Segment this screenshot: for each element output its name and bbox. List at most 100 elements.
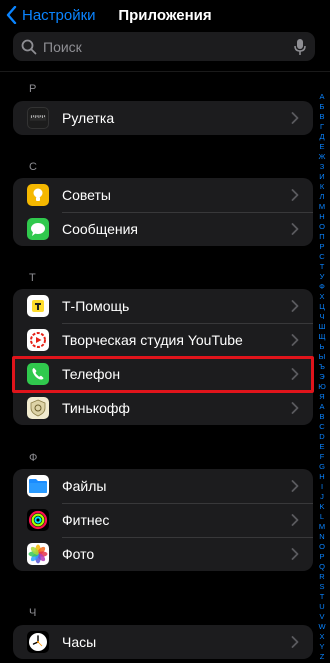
index-letter[interactable]: Л (320, 192, 325, 202)
index-letter[interactable]: Ж (319, 152, 326, 162)
index-letter[interactable]: Т (320, 262, 325, 272)
index-letter[interactable]: A (319, 402, 324, 412)
index-letter[interactable]: U (319, 602, 324, 612)
list-item-ruler[interactable]: Рулетка (13, 101, 313, 135)
index-letter[interactable]: Ч (320, 312, 325, 322)
index-letter[interactable]: Ь (320, 342, 325, 352)
index-letter[interactable]: Ы (319, 352, 326, 362)
index-letter[interactable]: L (320, 512, 324, 522)
index-letter[interactable]: Ш (319, 322, 326, 332)
list-item-photos[interactable]: Фото (13, 537, 313, 571)
index-letter[interactable]: N (319, 532, 324, 542)
index-letter[interactable]: П (319, 232, 324, 242)
index-letter[interactable]: Y (319, 642, 324, 652)
index-letter[interactable]: C (319, 422, 324, 432)
index-letter[interactable]: H (319, 472, 324, 482)
index-letter[interactable]: Н (319, 212, 324, 222)
list-item-label: Творческая студия YouTube (62, 332, 243, 348)
index-letter[interactable]: D (319, 432, 324, 442)
index-letter[interactable]: Р (319, 242, 324, 252)
section-header-ch: Ч (29, 607, 37, 619)
list-item-phone[interactable]: Телефон (13, 357, 313, 391)
list-item-label: Телефон (62, 366, 121, 382)
section-s-group: Советы Сообщения (13, 178, 313, 246)
list-item-tips[interactable]: Советы (13, 178, 313, 212)
search-field[interactable] (13, 32, 315, 61)
index-letter[interactable]: В (319, 112, 324, 122)
index-letter[interactable]: Х (319, 292, 324, 302)
tinkoff-icon (27, 397, 49, 419)
index-letter[interactable]: Д (319, 132, 324, 142)
tips-icon (27, 184, 49, 206)
index-letter[interactable]: B (319, 412, 324, 422)
search-icon (21, 39, 37, 54)
list-item-label: Т-Помощь (62, 298, 130, 314)
index-letter[interactable]: Ф (319, 282, 325, 292)
index-letter[interactable]: Э (319, 372, 324, 382)
index-letter[interactable]: Г (320, 122, 324, 132)
index-letter[interactable]: У (320, 272, 325, 282)
index-letter[interactable]: Q (319, 562, 325, 572)
list-item-label: Фитнес (62, 512, 110, 528)
list-item-label: Тинькофф (62, 400, 130, 416)
index-letter[interactable]: M (319, 522, 325, 532)
navigation-bar: Настройки Приложения (0, 0, 330, 32)
ruler-icon (27, 107, 49, 129)
list-item-youtube-studio[interactable]: Творческая студия YouTube (13, 323, 313, 357)
list-item-fitness[interactable]: Фитнес (13, 503, 313, 537)
chevron-right-icon (291, 300, 299, 312)
index-letter[interactable]: E (319, 442, 324, 452)
chevron-right-icon (291, 368, 299, 380)
list-item-tinkoff[interactable]: Тинькофф (13, 391, 313, 425)
chevron-right-icon (291, 334, 299, 346)
fitness-icon (27, 509, 49, 531)
index-letter[interactable]: I (321, 482, 323, 492)
index-letter[interactable]: Ц (319, 302, 325, 312)
list-item-messages[interactable]: Сообщения (13, 212, 313, 246)
index-letter[interactable]: T (320, 592, 325, 602)
phone-icon (27, 363, 49, 385)
index-letter[interactable]: А (319, 92, 324, 102)
list-item-t-help[interactable]: Т-Помощь (13, 289, 313, 323)
index-letter[interactable]: S (319, 582, 324, 592)
index-letter[interactable]: J (320, 492, 324, 502)
index-letter[interactable]: P (319, 552, 324, 562)
index-letter[interactable]: O (319, 542, 325, 552)
index-letter[interactable]: Щ (318, 332, 325, 342)
index-letter[interactable]: Я (319, 392, 324, 402)
section-header-f: Ф (29, 452, 38, 464)
index-letter[interactable]: F (320, 452, 325, 462)
section-index[interactable]: АБВГДЕЖЗИКЛМНОПРСТУФХЦЧШЩЬЫЪЭЮЯABCDEFGHI… (316, 92, 328, 663)
search-input[interactable] (43, 38, 293, 55)
index-letter[interactable]: Б (320, 102, 325, 112)
index-letter[interactable]: О (319, 222, 325, 232)
chevron-right-icon (291, 548, 299, 560)
index-letter[interactable]: К (320, 182, 324, 192)
list-item-files[interactable]: Файлы (13, 469, 313, 503)
list-item-clock[interactable]: Часы (13, 625, 313, 659)
index-letter[interactable]: М (319, 202, 325, 212)
index-letter[interactable]: V (319, 612, 324, 622)
page-title: Приложения (118, 7, 212, 24)
index-letter[interactable]: И (319, 172, 324, 182)
index-letter[interactable]: З (320, 162, 325, 172)
index-letter[interactable]: K (319, 502, 324, 512)
section-r-group: Рулетка (13, 101, 313, 135)
index-letter[interactable]: Ю (318, 382, 326, 392)
index-letter[interactable]: W (318, 622, 325, 632)
index-letter[interactable]: Е (319, 142, 324, 152)
chevron-right-icon (291, 514, 299, 526)
index-letter[interactable]: R (319, 572, 324, 582)
section-header-r: Р (29, 83, 37, 95)
index-letter[interactable]: Ъ (319, 362, 325, 372)
list-item-label: Фото (62, 546, 95, 562)
index-letter[interactable]: Z (320, 652, 325, 662)
index-letter[interactable]: G (319, 462, 325, 472)
chevron-right-icon (291, 480, 299, 492)
list-item-label: Рулетка (62, 110, 115, 126)
chevron-right-icon (291, 112, 299, 124)
index-letter[interactable]: С (319, 252, 324, 262)
microphone-icon[interactable] (293, 38, 307, 56)
section-header-s: С (29, 161, 37, 173)
index-letter[interactable]: X (319, 632, 324, 642)
